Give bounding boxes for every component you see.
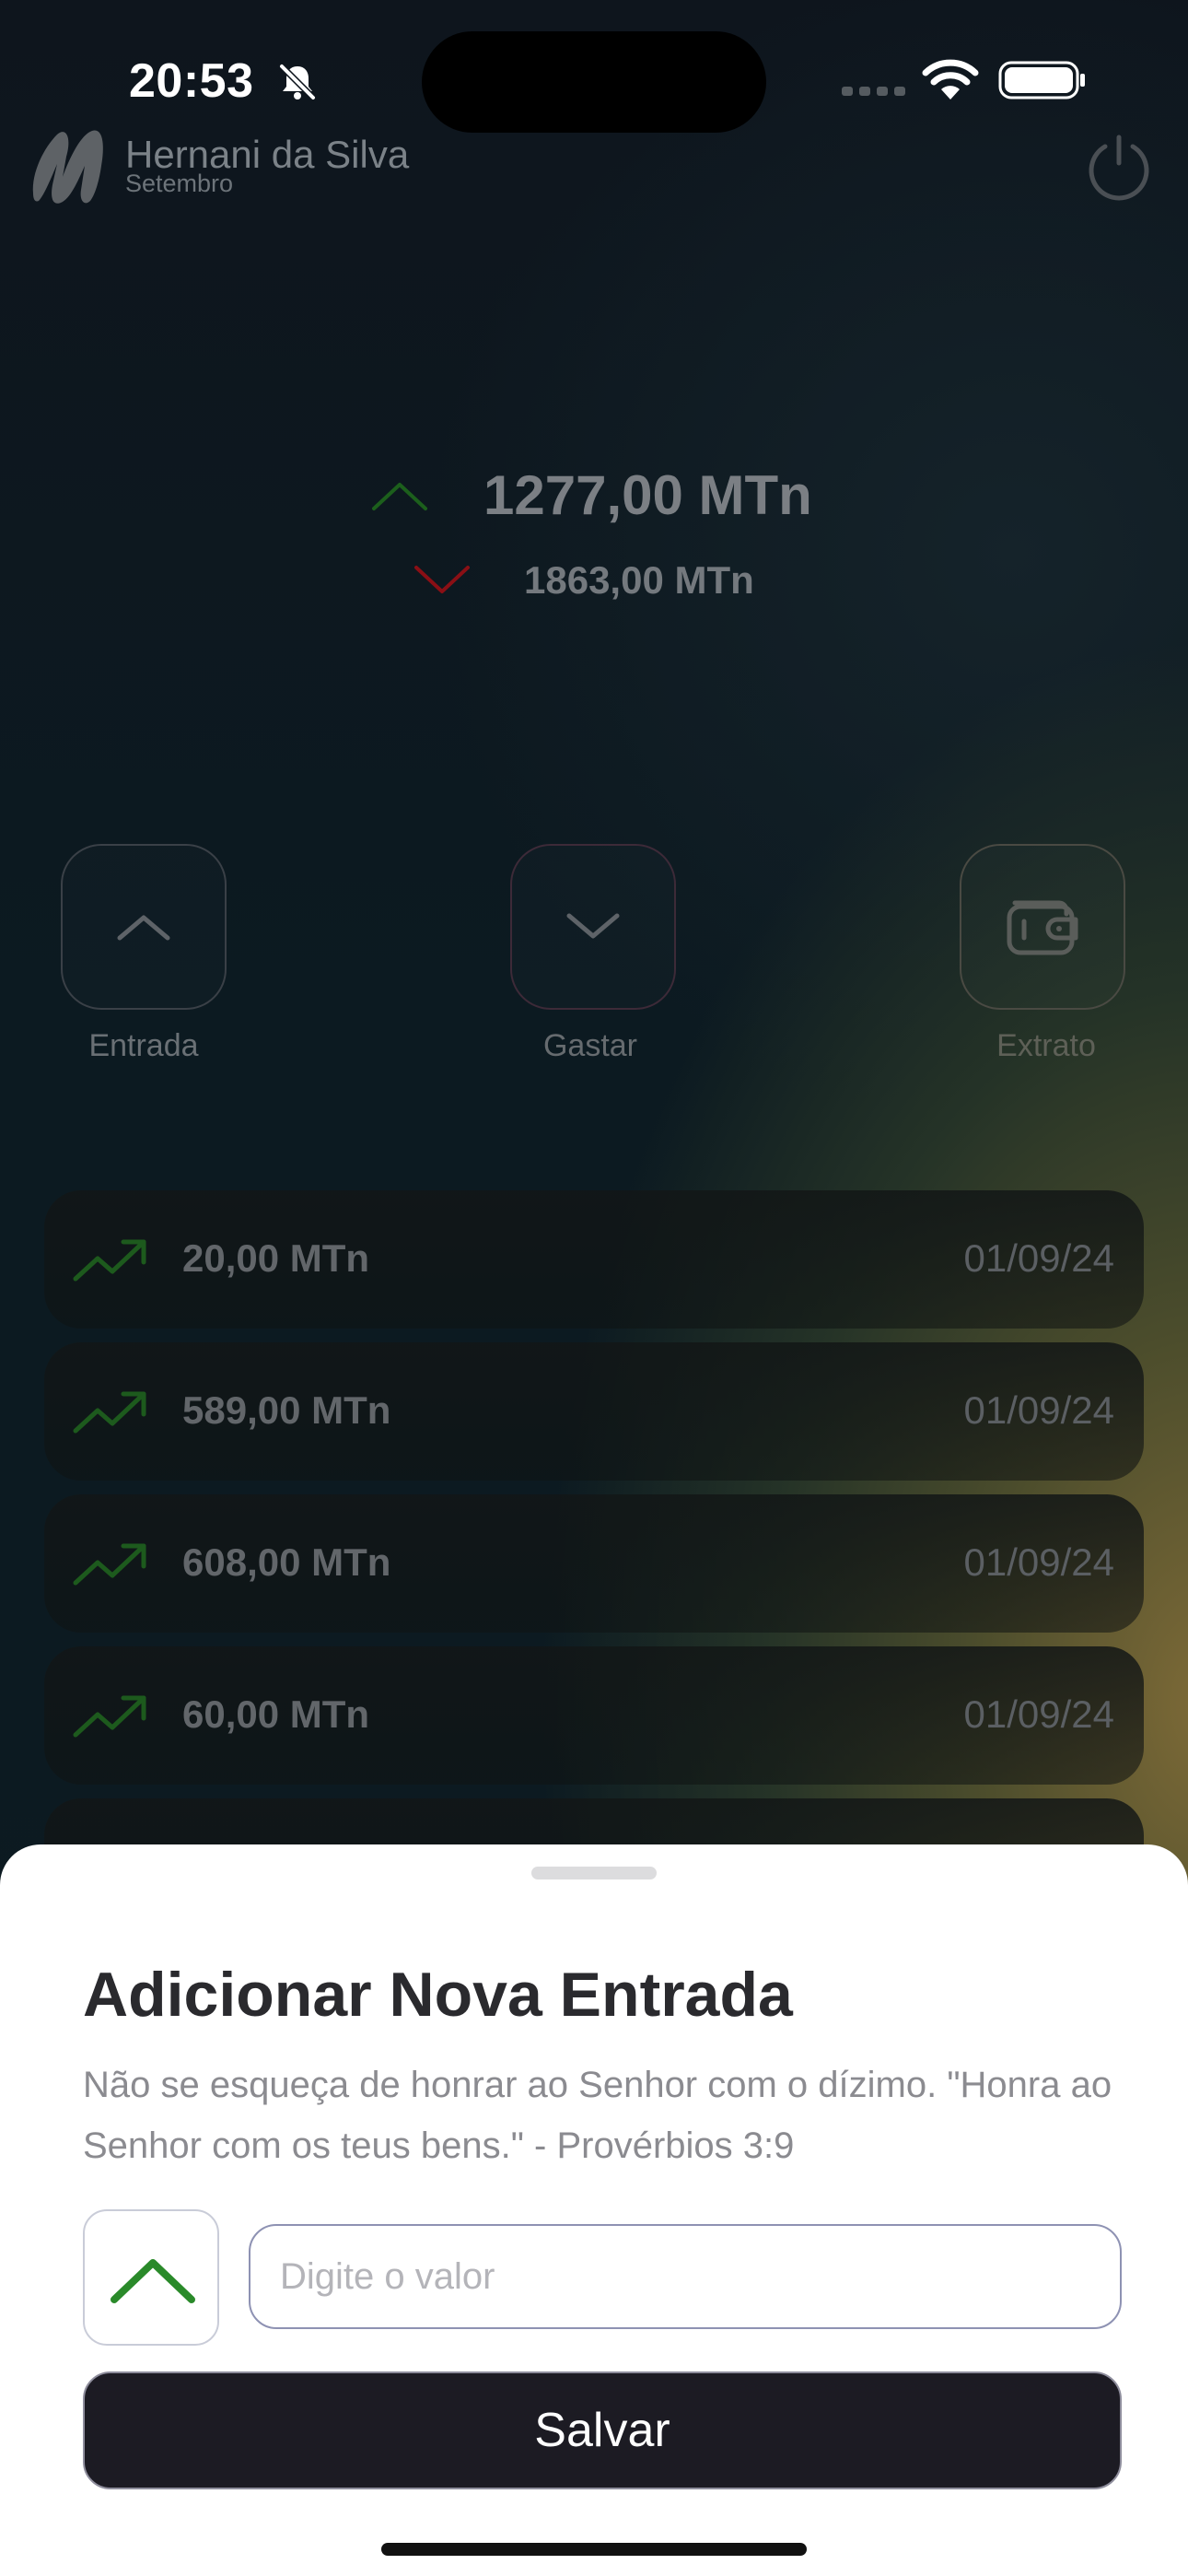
battery-icon (998, 61, 1085, 100)
amount-input[interactable] (249, 2224, 1122, 2329)
wifi-icon (922, 59, 979, 100)
transaction-amount: 20,00 MTn (182, 1236, 370, 1280)
wallet-icon (1007, 900, 1078, 955)
silent-bell-icon (279, 64, 316, 100)
sheet-description: Não se esqueça de honrar ao Senhor com o… (83, 2065, 1112, 2166)
sheet-grabber[interactable] (531, 1867, 657, 1879)
statement-label: Extrato (996, 1028, 1096, 1063)
add-expense-label: Gastar (542, 1028, 638, 1063)
expense-arrow-icon (414, 566, 470, 593)
transaction-date: 01/09/24 (963, 1540, 1115, 1584)
current-month: Setembro (125, 170, 234, 197)
trending-up-icon (73, 1239, 146, 1282)
add-income-label: Entrada (88, 1028, 199, 1063)
transaction-row[interactable]: 20,00 MTn 01/09/24 (44, 1190, 1144, 1329)
entry-type-button[interactable] (83, 2209, 219, 2346)
trending-up-icon (73, 1695, 146, 1738)
trending-up-icon (73, 1543, 146, 1586)
chevron-up-icon (117, 915, 170, 941)
transaction-amount: 60,00 MTn (182, 1692, 370, 1736)
cellular-signal-icon (842, 87, 905, 96)
transaction-date: 01/09/24 (963, 1388, 1115, 1432)
transaction-row[interactable]: 60,00 MTn 01/09/24 (44, 1646, 1144, 1785)
transaction-date: 01/09/24 (963, 1692, 1115, 1736)
transaction-row[interactable]: 608,00 MTn 01/09/24 (44, 1494, 1144, 1633)
app-screen: 20:53 Hernani da Silva Setembro 1277,00 … (0, 0, 1188, 2576)
transaction-amount: 589,00 MTn (182, 1388, 391, 1432)
chevron-down-icon (566, 913, 620, 939)
statement-button[interactable] (960, 844, 1125, 1010)
app-logo (32, 130, 103, 204)
income-total: 1277,00 MTn (483, 464, 812, 526)
income-arrow-icon (372, 483, 427, 510)
status-time: 20:53 (129, 54, 254, 108)
transaction-date: 01/09/24 (963, 1236, 1115, 1280)
expense-total: 1863,00 MTn (524, 558, 754, 602)
save-button[interactable]: Salvar (83, 2371, 1122, 2489)
home-indicator[interactable] (381, 2543, 807, 2556)
transaction-row[interactable]: 589,00 MTn 01/09/24 (44, 1342, 1144, 1481)
trending-up-icon (73, 1391, 146, 1434)
add-expense-button[interactable] (510, 844, 676, 1010)
transaction-amount: 608,00 MTn (182, 1540, 391, 1584)
add-income-button[interactable] (61, 844, 227, 1010)
power-icon[interactable] (1083, 132, 1155, 204)
chevron-up-icon (111, 2259, 195, 2303)
dynamic-island (422, 31, 766, 133)
sheet-title: Adicionar Nova Entrada (83, 1960, 793, 2030)
add-income-sheet: Adicionar Nova Entrada Não se esqueça de… (0, 1844, 1188, 2576)
